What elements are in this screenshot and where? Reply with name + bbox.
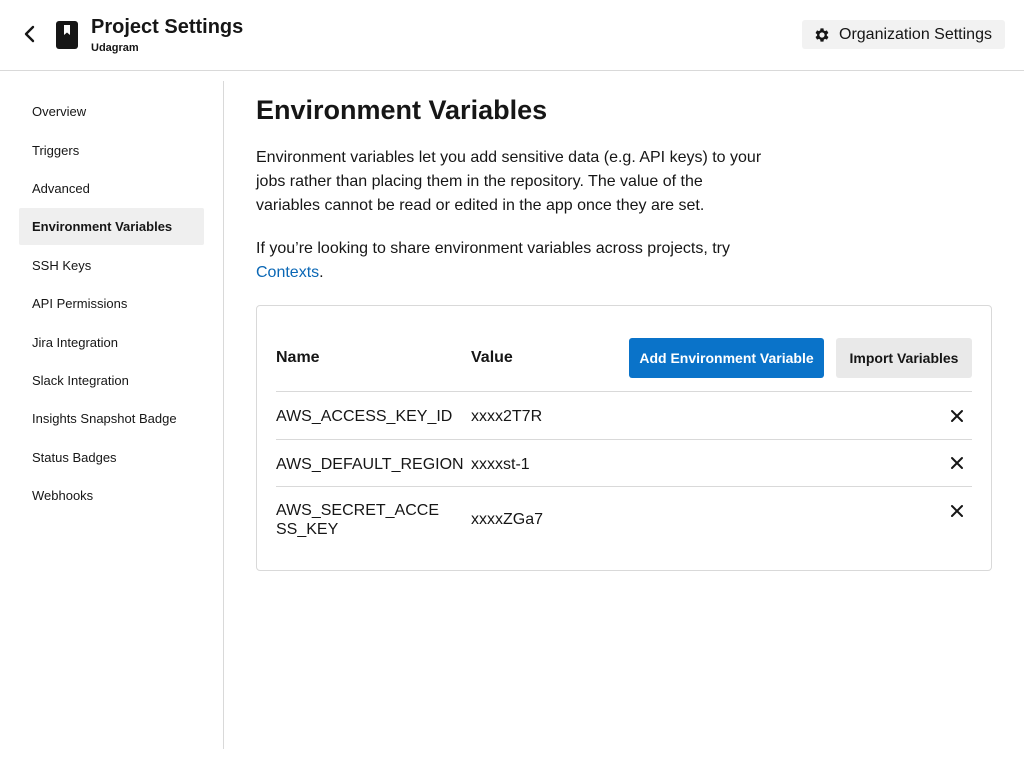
chevron-left-icon[interactable] [18,22,42,46]
variable-value: xxxxZGa7 [471,511,544,528]
sidebar-item-slack-integration[interactable]: Slack Integration [19,362,204,399]
sidebar-item-overview[interactable]: Overview [19,93,204,130]
section-title: Environment Variables [256,95,548,125]
sidebar-item-jira-integration[interactable]: Jira Integration [19,324,204,361]
organization-settings-label: Organization Settings [839,25,992,43]
organization-settings-button[interactable]: Organization Settings [802,20,1005,49]
sidebar-item-api-permissions[interactable]: API Permissions [19,285,204,322]
sidebar-item-webhooks[interactable]: Webhooks [19,477,204,514]
table-row: AWS_SECRET_ACCESS_KEY xxxxZGa7 [276,486,972,550]
sidebar-item-environment-variables[interactable]: Environment Variables [19,208,204,245]
add-environment-variable-button[interactable]: Add Environment Variable [629,338,824,378]
variable-value: xxxx2T7R [471,408,543,425]
variable-name: AWS_SECRET_ACCESS_KEY [276,502,439,538]
gear-icon [815,27,829,42]
contexts-hint-text: If you’re looking to share environment v… [256,240,730,257]
settings-sidebar: Overview Triggers Advanced Environment V… [0,81,224,749]
variable-value: xxxxst-1 [471,456,530,473]
table-row: AWS_DEFAULT_REGION xxxxst-1 [276,439,972,486]
sidebar-item-status-badges[interactable]: Status Badges [19,439,204,476]
env-vars-table: Name Value Add Environment Variable Impo… [256,305,992,571]
sidebar-item-insights-snapshot-badge[interactable]: Insights Snapshot Badge [19,400,204,437]
contexts-hint-end: . [319,264,324,281]
sidebar-item-triggers[interactable]: Triggers [19,132,204,169]
column-header-name: Name [276,349,320,366]
variable-name: AWS_ACCESS_KEY_ID [276,408,453,425]
variable-name: AWS_DEFAULT_REGION [276,456,464,473]
close-icon[interactable] [948,454,966,472]
page-title: Project Settings [91,16,244,38]
close-icon[interactable] [948,407,966,425]
sidebar-item-ssh-keys[interactable]: SSH Keys [19,247,204,284]
contexts-link[interactable]: Contexts [256,264,319,281]
column-header-value: Value [471,349,513,366]
section-description: Environment variables let you add sensit… [256,149,762,214]
page-header: Project Settings Udagram Organization Se… [0,0,1024,71]
close-icon[interactable] [948,502,966,520]
contexts-hint: If you’re looking to share environment v… [256,237,766,285]
table-row: AWS_ACCESS_KEY_ID xxxx2T7R [276,391,972,439]
bookmark-icon [55,21,79,49]
import-variables-button[interactable]: Import Variables [836,338,972,378]
project-name: Udagram [91,42,139,54]
sidebar-item-advanced[interactable]: Advanced [19,170,204,207]
